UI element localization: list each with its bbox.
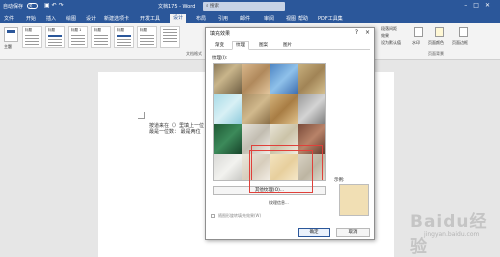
texture-tile[interactable] bbox=[214, 154, 242, 180]
tab-gradient[interactable]: 渐变 bbox=[212, 42, 227, 50]
quick-access-toolbar: ▣↶↷ bbox=[44, 2, 66, 9]
close-icon[interactable]: × bbox=[365, 29, 370, 36]
page-color-button[interactable]: 页面颜色 bbox=[428, 40, 444, 46]
texture-tile[interactable] bbox=[298, 154, 325, 180]
dialog-title: 填充效果 bbox=[210, 31, 231, 37]
tab-view[interactable]: 视图 bbox=[286, 15, 296, 22]
autosave-label: 自动保存 bbox=[3, 4, 24, 10]
title-bar: 自动保存 关 ▣↶↷ 文档175 - Word ⌕ 搜索 –□✕ bbox=[0, 0, 500, 13]
texture-tile[interactable] bbox=[242, 64, 270, 94]
tab-new-tab[interactable]: 新建选项卡 bbox=[104, 15, 129, 22]
texture-tile[interactable] bbox=[242, 124, 270, 154]
texture-tile[interactable] bbox=[242, 154, 270, 180]
tab-home[interactable]: 开始 bbox=[26, 15, 36, 22]
style-set-3[interactable]: 标题 1 bbox=[68, 26, 88, 48]
group-label-document-format: 文档格式 bbox=[186, 51, 202, 56]
tab-draw[interactable]: 绘图 bbox=[66, 15, 76, 22]
texture-label: 纹理(I): bbox=[212, 56, 228, 61]
tab-picture[interactable]: 图片 bbox=[280, 42, 295, 50]
style-set-4[interactable]: 标题 bbox=[91, 26, 111, 48]
texture-tile[interactable] bbox=[242, 94, 270, 124]
page-border-button[interactable]: 页面边框 bbox=[452, 40, 468, 46]
tab-developer[interactable]: 开发工具 bbox=[140, 15, 160, 22]
style-set-1[interactable]: 标题 bbox=[22, 26, 42, 48]
tab-file[interactable]: 文件 bbox=[4, 15, 14, 22]
minimize-icon[interactable]: – bbox=[464, 2, 473, 9]
texture-tile[interactable] bbox=[214, 64, 242, 94]
texture-tile[interactable] bbox=[270, 124, 298, 154]
theme-button[interactable] bbox=[4, 27, 18, 42]
rotate-fill-checkbox[interactable] bbox=[211, 214, 215, 218]
undo-icon[interactable]: ↶ bbox=[52, 2, 59, 9]
watermark-button[interactable]: 水印 bbox=[412, 40, 420, 46]
help-icon[interactable]: ? bbox=[355, 29, 358, 36]
style-set-7[interactable] bbox=[160, 26, 180, 48]
texture-tile[interactable] bbox=[298, 64, 325, 94]
baidu-watermark: Baidu经验 jingyan.baidu.com bbox=[388, 205, 493, 257]
tab-mailings[interactable]: 邮件 bbox=[240, 15, 250, 22]
search-input[interactable]: ⌕ 搜索 bbox=[203, 2, 285, 11]
tab-layout[interactable]: 布局 bbox=[196, 15, 206, 22]
ok-button[interactable]: 确定 bbox=[298, 228, 330, 237]
rotate-fill-label: 随图形旋转填充效果(W) bbox=[218, 213, 262, 218]
page-color-icon[interactable] bbox=[435, 27, 444, 37]
ribbon-tabs: 文件 开始 插入 绘图 设计 新建选项卡 开发工具 设计 布局 引用 邮件 审阅… bbox=[0, 13, 500, 23]
style-set-2[interactable]: 标题 bbox=[45, 26, 65, 48]
window-controls: –□✕ bbox=[464, 2, 496, 9]
watermark-subtext: jingyan.baidu.com bbox=[424, 231, 480, 238]
save-icon[interactable]: ▣ bbox=[44, 2, 52, 9]
maximize-icon[interactable]: □ bbox=[473, 2, 485, 9]
tab-pdf[interactable]: PDF工具集 bbox=[318, 15, 343, 22]
tab-help[interactable]: 帮助 bbox=[298, 15, 308, 22]
dialog-tabs: 渐变 纹理 图案 图片 bbox=[210, 41, 370, 50]
document-line-2: 最是一位数： 最是两位 bbox=[149, 129, 201, 135]
sample-preview bbox=[339, 184, 369, 216]
redo-icon[interactable]: ↷ bbox=[59, 2, 66, 9]
page-border-icon[interactable] bbox=[459, 27, 468, 37]
fill-effects-dialog: 填充效果 ? × 渐变 纹理 图案 图片 纹理(I): ▲ ▼ bbox=[205, 27, 375, 240]
effects-button[interactable]: 效果 bbox=[381, 33, 389, 39]
texture-tile[interactable] bbox=[270, 94, 298, 124]
style-set-5[interactable]: 标题 bbox=[114, 26, 134, 48]
watermark-icon[interactable] bbox=[414, 27, 423, 37]
texture-tile[interactable] bbox=[270, 154, 298, 180]
texture-tile[interactable] bbox=[298, 124, 325, 154]
texture-tile[interactable] bbox=[214, 124, 242, 154]
theme-label: 主题 bbox=[4, 44, 12, 49]
sample-label: 示例: bbox=[334, 178, 345, 183]
tab-design-main[interactable]: 设计 bbox=[86, 15, 96, 22]
autosave-toggle[interactable]: 关 bbox=[27, 3, 38, 9]
tab-pattern[interactable]: 图案 bbox=[256, 42, 271, 50]
style-set-6[interactable]: 标题 bbox=[137, 26, 157, 48]
tab-references[interactable]: 引用 bbox=[218, 15, 228, 22]
document-title: 文档175 - Word bbox=[158, 4, 196, 10]
tab-review[interactable]: 审阅 bbox=[264, 15, 274, 22]
texture-info-button[interactable]: 纹理信息... bbox=[269, 200, 289, 206]
tab-design[interactable]: 设计 bbox=[170, 14, 187, 23]
close-icon[interactable]: ✕ bbox=[485, 2, 496, 9]
cancel-button[interactable]: 取消 bbox=[336, 228, 370, 237]
texture-tile[interactable] bbox=[298, 94, 325, 124]
paragraph-spacing-button[interactable]: 段落间距 bbox=[381, 26, 397, 32]
other-texture-button[interactable]: 其他纹理(O)... bbox=[213, 186, 326, 195]
set-default-button[interactable]: 设为默认值 bbox=[381, 40, 401, 46]
texture-tile[interactable] bbox=[214, 94, 242, 124]
texture-tile[interactable] bbox=[270, 64, 298, 94]
tab-texture[interactable]: 纹理 bbox=[232, 41, 249, 50]
texture-gallery[interactable]: ▲ ▼ bbox=[213, 63, 326, 181]
group-label-page-background: 页面背景 bbox=[428, 51, 444, 56]
page-corner-mark bbox=[138, 112, 145, 119]
tab-insert[interactable]: 插入 bbox=[46, 15, 56, 22]
